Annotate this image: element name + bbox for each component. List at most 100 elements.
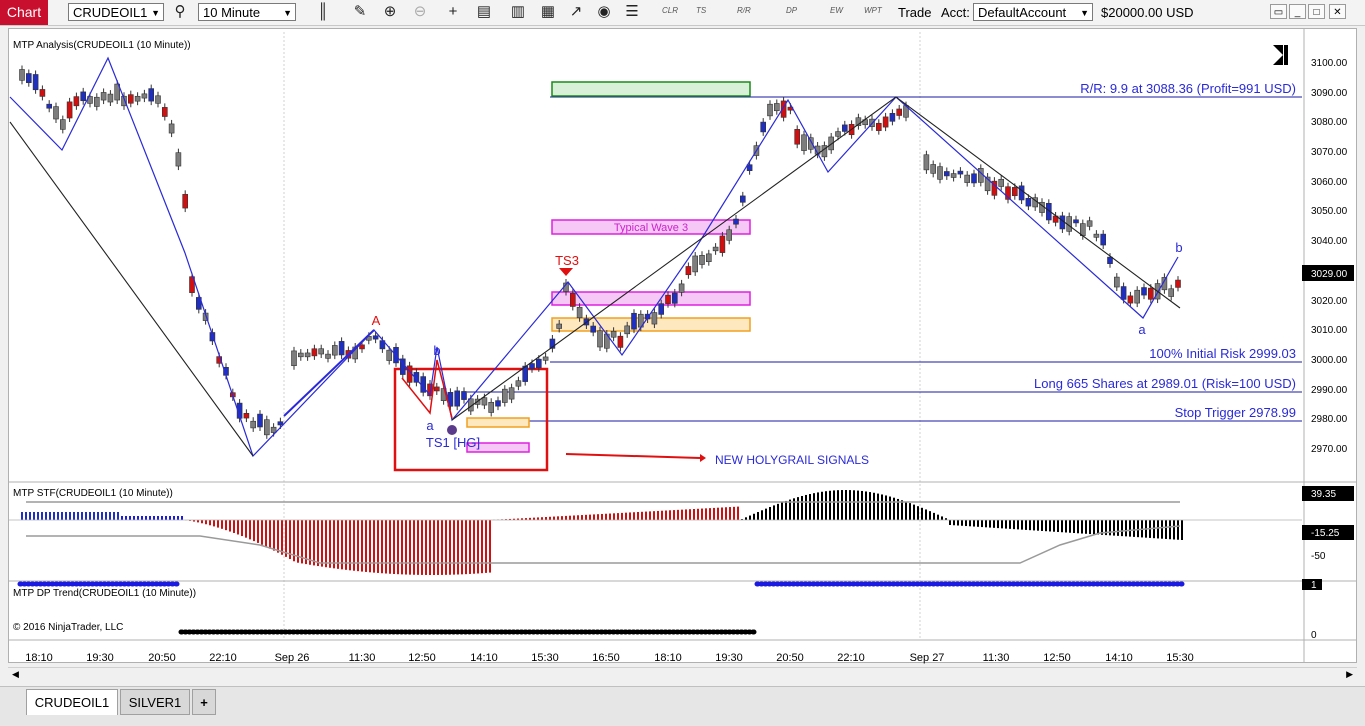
candle	[80, 91, 86, 102]
candle	[678, 283, 685, 293]
candle	[610, 330, 617, 338]
candle	[1141, 287, 1147, 296]
current-price-value: 3029.00	[1311, 269, 1348, 280]
candle	[461, 391, 467, 400]
horizontal-scrollbar[interactable]: ◀ ▶	[8, 667, 1357, 684]
candle	[134, 95, 141, 102]
candle	[719, 235, 726, 253]
tab-crudeoil1[interactable]: CRUDEOIL1	[26, 689, 118, 715]
wave-A-label: A	[372, 313, 381, 328]
candle	[1120, 286, 1127, 300]
candle	[896, 108, 903, 116]
candle	[794, 129, 801, 145]
candle	[1100, 233, 1106, 246]
candle	[73, 96, 80, 107]
stf-value: 39.35	[1311, 489, 1336, 500]
candle	[529, 363, 535, 370]
candle	[746, 164, 753, 172]
time-tick: 19:30	[86, 652, 114, 664]
stf-panel-title: MTP STF(CRUDEOIL1 (10 Minute))	[13, 488, 173, 499]
candle	[481, 397, 488, 406]
candle	[1073, 219, 1079, 224]
candle	[943, 171, 950, 177]
candle	[651, 312, 658, 325]
candle	[1107, 256, 1113, 264]
candle	[168, 123, 175, 134]
price-tick: 2980.00	[1311, 414, 1348, 425]
tab-silver1[interactable]: SILVER1	[120, 689, 190, 715]
signal-arrow	[565, 453, 701, 459]
time-tick: 18:10	[25, 652, 53, 664]
price-tick: 3000.00	[1311, 355, 1348, 366]
candle	[801, 134, 807, 151]
candle	[162, 107, 168, 117]
candle	[100, 92, 107, 101]
candle	[39, 89, 46, 97]
candles-layer	[19, 65, 1181, 439]
stf-signal-value: -15.25	[1311, 528, 1340, 539]
candle	[699, 255, 705, 265]
candle	[508, 387, 515, 400]
candle	[767, 103, 773, 117]
stf-signal-line	[26, 525, 1181, 564]
orange-small-box	[466, 417, 530, 428]
typical-wave3-label: Typical Wave 3	[614, 222, 688, 234]
time-tick: 16:50	[592, 652, 620, 664]
candle	[705, 253, 712, 262]
stf-tick: -50	[1311, 551, 1326, 562]
candle	[148, 88, 154, 102]
candle	[923, 154, 930, 171]
candle	[1134, 289, 1140, 304]
candle	[19, 69, 25, 81]
candle	[141, 93, 148, 99]
candle	[243, 413, 250, 419]
candle	[311, 348, 318, 357]
long-label: Long 665 Shares at 2989.01 (Risk=100 USD…	[1034, 376, 1296, 391]
candle	[1127, 295, 1134, 304]
time-tick: 15:30	[1166, 652, 1194, 664]
stop-label: Stop Trigger 2978.99	[1175, 405, 1296, 420]
candle	[32, 74, 39, 91]
time-tick: 20:50	[148, 652, 176, 664]
price-tick: 2990.00	[1311, 385, 1348, 396]
chart-svg[interactable]: MTP Analysis(CRUDEOIL1 (10 Minute)) MTP …	[0, 0, 1365, 686]
price-axis: 3100.00 3090.00 3080.00 3070.00 3060.00 …	[1311, 58, 1348, 455]
dp-panel-title: MTP DP Trend(CRUDEOIL1 (10 Minute))	[13, 588, 196, 599]
candle	[359, 344, 365, 350]
candle	[1148, 287, 1154, 300]
ts3-label: TS3	[555, 253, 579, 268]
candle	[590, 325, 597, 333]
candle	[835, 131, 841, 137]
candle	[263, 419, 270, 436]
scroll-left-icon[interactable]: ◀	[12, 669, 19, 680]
price-panel-title: MTP Analysis(CRUDEOIL1 (10 Minute))	[13, 40, 191, 51]
dp-tick-0: 0	[1311, 630, 1317, 641]
candle	[454, 390, 461, 407]
wave-b-label: b	[433, 343, 440, 358]
time-tick: 12:50	[1043, 652, 1071, 664]
candle	[250, 420, 256, 429]
candle	[1011, 187, 1018, 197]
candle	[270, 426, 277, 433]
candle	[760, 121, 767, 133]
candle	[726, 229, 733, 241]
candle	[291, 350, 297, 367]
time-tick: 11:30	[983, 652, 1010, 664]
candle	[692, 255, 699, 273]
candle	[964, 174, 971, 183]
add-tab-button[interactable]: +	[192, 689, 216, 715]
candle	[712, 246, 719, 252]
wave-a-label: a	[426, 418, 434, 433]
scroll-right-icon[interactable]: ▶	[1346, 669, 1353, 680]
candle	[665, 294, 671, 304]
candle	[631, 312, 637, 330]
candle	[386, 349, 393, 361]
candle	[841, 124, 848, 132]
candle	[875, 122, 882, 131]
candle	[257, 413, 263, 428]
candle	[950, 173, 957, 178]
candle	[1175, 279, 1181, 288]
target-box	[551, 81, 751, 97]
price-tick: 3020.00	[1311, 296, 1348, 307]
candle	[998, 178, 1005, 187]
